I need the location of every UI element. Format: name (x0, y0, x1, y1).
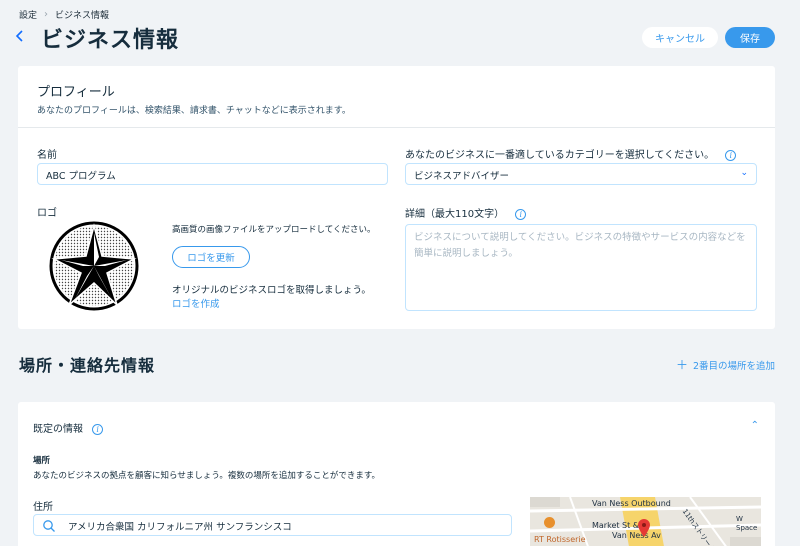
back-arrow-icon[interactable] (15, 28, 31, 48)
cancel-button[interactable]: キャンセル (642, 27, 718, 48)
name-input[interactable]: ABC プログラム (37, 163, 388, 185)
map-pin-icon[interactable] (638, 519, 650, 541)
breadcrumb: 設定 › ビジネス情報 (19, 8, 109, 21)
address-value: アメリカ合衆国 カリフォルニア州 サンフランシスコ (68, 522, 292, 533)
category-select[interactable]: ビジネスアドバイザー ⌄ (405, 163, 757, 185)
search-icon (42, 519, 56, 533)
chevron-right-icon: › (44, 9, 49, 20)
logo-promo-text: オリジナルのビジネスロゴを取得しましょう。 (172, 285, 371, 296)
location-section-title: 場所・連絡先情報 (19, 356, 156, 375)
map-label-outbound: Van Ness Outbound (592, 499, 671, 508)
profile-title: プロフィール (37, 85, 115, 100)
breadcrumb-root[interactable]: 設定 (19, 8, 37, 21)
default-info-title: 既定の情報 i (33, 420, 104, 435)
page-title: ビジネス情報 (41, 28, 180, 53)
add-location-label: 2番目の場所を追加 (693, 361, 776, 372)
place-heading: 場所 (33, 456, 51, 466)
category-value: ビジネスアドバイザー (414, 171, 510, 182)
map-label-space: W Space (736, 515, 758, 532)
category-label-text: あなたのビジネスに一番適しているカテゴリーを選択してください。 (405, 150, 715, 161)
category-label: あなたのビジネスに一番適しているカテゴリーを選択してください。 i (405, 146, 737, 161)
location-card: 既定の情報 i ⌃ 場所 あなたのビジネスの拠点を顧客に知らせましょう。複数の場… (18, 402, 775, 546)
address-label: 住所 (33, 502, 53, 513)
logo-image[interactable] (49, 221, 139, 311)
breadcrumb-current: ビジネス情報 (55, 11, 110, 21)
details-textarea[interactable]: ビジネスについて説明してください。ビジネスの特徴やサービスの内容などを簡単に説明… (405, 224, 757, 311)
chevron-down-icon: ⌄ (740, 168, 748, 178)
profile-card: プロフィール あなたのプロフィールは、検索結果、請求書、チャットなどに表示されま… (18, 66, 775, 329)
map-label-market: Market St & (592, 521, 640, 530)
logo-label: ロゴ (37, 208, 57, 219)
map-label-rotisserie: RT Rotisserie (534, 535, 586, 544)
logo-upload-note: 高画質の画像ファイルをアップロードしてください。 (172, 225, 376, 235)
plus-icon: ＋ (676, 358, 689, 372)
address-input[interactable]: アメリカ合衆国 カリフォルニア州 サンフランシスコ (33, 514, 512, 536)
info-icon[interactable]: i (92, 423, 104, 435)
restaurant-icon (544, 517, 555, 528)
map[interactable]: Van Ness Outbound 11thストリート Market St & … (530, 497, 761, 546)
info-icon[interactable]: i (515, 208, 527, 220)
place-subtitle: あなたのビジネスの拠点を顧客に知らせましょう。複数の場所を追加することができます… (33, 471, 380, 481)
update-logo-button[interactable]: ロゴを更新 (172, 246, 250, 268)
name-label: 名前 (37, 150, 57, 161)
details-label-text: 詳細（最大110文字） (405, 209, 505, 220)
info-icon[interactable]: i (725, 149, 737, 161)
map-label-vanness: Van Ness Av (612, 531, 661, 540)
default-info-text: 既定の情報 (33, 424, 83, 435)
create-logo-link[interactable]: ロゴを作成 (172, 296, 220, 310)
profile-subtitle: あなたのプロフィールは、検索結果、請求書、チャットなどに表示されます。 (37, 106, 351, 116)
details-label: 詳細（最大110文字） i (405, 205, 527, 220)
add-location-button[interactable]: ＋ 2番目の場所を追加 (676, 356, 775, 373)
save-button[interactable]: 保存 (725, 27, 775, 48)
chevron-up-icon[interactable]: ⌃ (751, 420, 759, 431)
